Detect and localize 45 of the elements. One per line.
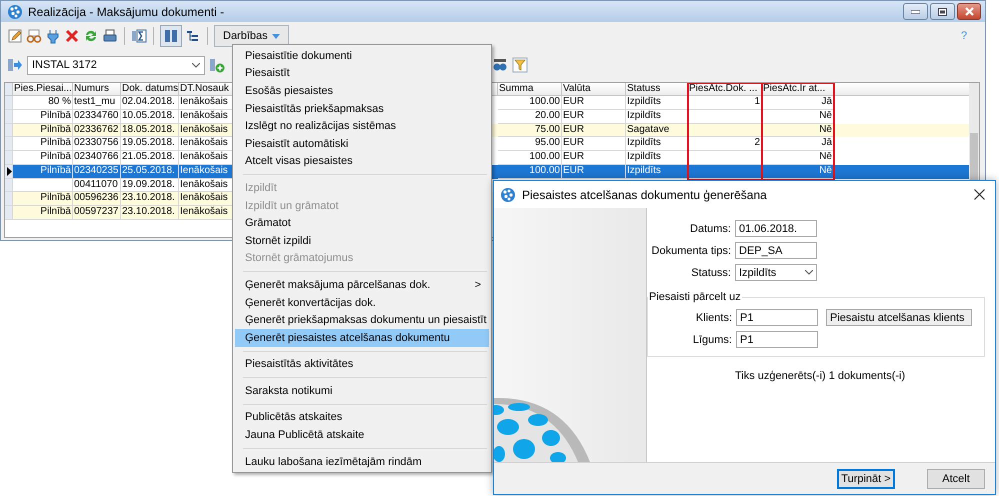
table-cell: test1_mu [73,96,121,110]
summary-text: Tiks uzģenerēts(-i) 1 dokuments(-i) [735,370,906,382]
table-cell: Izpildīts [626,137,688,151]
table-cell: Pilnībā [13,164,73,178]
window-title: Realizācija - Maksājumu dokumenti - [28,4,224,18]
table-cell: 75.00 [498,124,562,138]
table-cell: Pilnībā [13,137,73,151]
table-cell: 02.04.2018. [121,96,179,110]
table-cell: EUR [562,164,626,178]
field-label: Līgums: [692,334,732,346]
table-cell: EUR [562,96,626,110]
table-cell: 100.00 [498,164,562,178]
field-label: Klients: [694,312,732,324]
table-cell: Jā [762,96,834,110]
table-cell: 19.05.2018. [121,137,179,151]
dialog-title: Piesaistes atcelšanas dokumentu ģenerēšana [522,188,767,202]
table-cell: 00597237 [73,206,121,220]
table-cell: Nē [762,164,834,178]
table-cell: EUR [562,124,626,138]
menu-item: Stornēt grāmatojumus [244,251,354,266]
table-cell: 02340235 [73,164,121,178]
field-label: Datums: [689,222,731,234]
table-cell: 02336762 [73,124,121,138]
menu-item: Izpildīt un grāmatot [244,198,340,214]
table-cell: Pilnībā [13,124,73,138]
field-label: Dokumenta tips: [650,244,731,256]
table-cell: 25.05.2018. [121,164,179,178]
table-cell: Nē [762,124,834,138]
table-cell: 80 % [13,96,73,110]
menu-item: Izpildīt [244,180,278,196]
table-cell: Izpildīts [626,96,688,110]
table-cell: Izpildīts [626,164,688,178]
table-cell: 95.00 [498,137,562,151]
table-cell: 1 [688,96,762,110]
table-cell: 100.00 [498,96,562,110]
readonly-field: Piesaistu atcelšanas klients [826,309,972,326]
table-cell: Sagatave [626,124,688,138]
table-cell: Pilnībā [13,206,73,220]
submenu-arrow: > [474,278,481,291]
table-cell: 02330756 [73,137,121,151]
table-cell: 23.10.2018. [121,206,179,220]
group-title: Piesaisti pārcelt uz [648,291,742,303]
table-cell: 18.05.2018. [121,124,179,138]
table-cell: EUR [562,137,626,151]
field-label: Statuss: [690,266,731,278]
